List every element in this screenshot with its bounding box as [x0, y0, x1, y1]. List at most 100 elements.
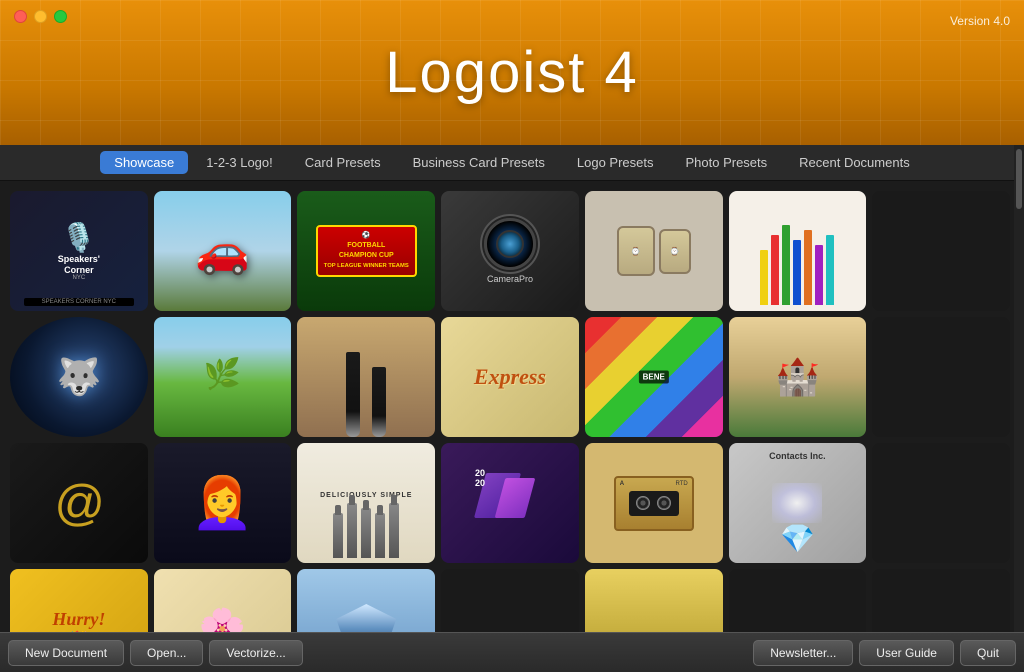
- flower-icon: 🌸: [199, 607, 246, 632]
- watch-1: ⌚: [617, 226, 655, 276]
- tile-woman-portrait[interactable]: 👩‍🦰: [154, 443, 292, 563]
- tile-cassette[interactable]: A RTD: [585, 443, 723, 563]
- bottle-4: [375, 513, 385, 558]
- wine-title: DELICIOUSLY SIMPLE: [320, 492, 412, 499]
- reel-left: [636, 496, 650, 510]
- hurry-text: Hurry!: [52, 609, 105, 630]
- tile-wolf-circle[interactable]: 🐺: [10, 317, 148, 437]
- pen-nib-2: [372, 367, 386, 437]
- tile-extra-r3[interactable]: [872, 443, 1010, 563]
- tile-express[interactable]: Express: [441, 317, 579, 437]
- version-label: Version 4.0: [950, 14, 1010, 28]
- gem-graphic: [336, 604, 396, 632]
- tile-extra-r1[interactable]: [872, 191, 1010, 311]
- pencil-6: [815, 245, 823, 305]
- tile-rainbow-stripes[interactable]: BENE: [585, 317, 723, 437]
- tile-abstract-shapes[interactable]: 2020: [441, 443, 579, 563]
- tile-flower[interactable]: 🌸: [154, 569, 292, 632]
- reel-right: [657, 496, 671, 510]
- tile-pencils[interactable]: [729, 191, 867, 311]
- tab-business-card-presets[interactable]: Business Card Presets: [399, 151, 559, 174]
- tile-extra-r4b[interactable]: [729, 569, 867, 632]
- tab-123logo[interactable]: 1-2-3 Logo!: [192, 151, 287, 174]
- scrollbar-thumb[interactable]: [1016, 149, 1022, 209]
- tab-photo-presets[interactable]: Photo Presets: [671, 151, 781, 174]
- close-button[interactable]: [14, 10, 27, 23]
- cassette-body: A RTD: [614, 476, 694, 531]
- tab-showcase[interactable]: Showcase: [100, 151, 188, 174]
- nav-bar: Showcase 1-2-3 Logo! Card Presets Busine…: [0, 145, 1024, 181]
- tile-camera-pro[interactable]: CameraPro: [441, 191, 579, 311]
- tile-speakers-corner[interactable]: 🎙️ Speakers'Corner NYC SPEAKERS CORNER N…: [10, 191, 148, 311]
- tile-extra-r4a[interactable]: [441, 569, 579, 632]
- tile-castle[interactable]: 🏰: [729, 317, 867, 437]
- maximize-button[interactable]: [54, 10, 67, 23]
- wolf-figure: 🐺: [56, 356, 101, 398]
- car-icon: 🚗: [195, 225, 250, 277]
- pen-nib-1: [346, 352, 360, 437]
- speakers-sub: NYC: [73, 275, 86, 281]
- pencil-4: [793, 240, 801, 305]
- bottle-3: [361, 508, 371, 558]
- scrollbar-track[interactable]: [1014, 145, 1024, 632]
- newsletter-button[interactable]: Newsletter...: [753, 640, 853, 666]
- open-button[interactable]: Open...: [130, 640, 203, 666]
- new-document-button[interactable]: New Document: [8, 640, 124, 666]
- contacts-gem: [772, 483, 822, 523]
- tile-pen-nibs[interactable]: [297, 317, 435, 437]
- watch-2: ⌚: [659, 229, 691, 274]
- castle-icon: 🏰: [775, 356, 820, 398]
- cassette-window: [629, 491, 679, 516]
- tile-football-cup[interactable]: ⚽FOOTBALLCHAMPION CUPTOP LEAGUE WINNER T…: [297, 191, 435, 311]
- tile-extra-r2[interactable]: [872, 317, 1010, 437]
- tile-blue-gem[interactable]: [297, 569, 435, 632]
- stripe-label: BENE: [639, 371, 669, 384]
- tab-recent-documents[interactable]: Recent Documents: [785, 151, 924, 174]
- content-grid: 🎙️ Speakers'Corner NYC SPEAKERS CORNER N…: [0, 181, 1024, 632]
- express-label: Express: [474, 364, 546, 390]
- tile-hurry[interactable]: Hurry! 🎉: [10, 569, 148, 632]
- pencil-2: [771, 235, 779, 305]
- user-guide-button[interactable]: User Guide: [859, 640, 954, 666]
- camera-inner-lens: [496, 230, 524, 258]
- tile-contacts[interactable]: Contacts Inc. 💎: [729, 443, 867, 563]
- tile-yellow-stripe[interactable]: [585, 569, 723, 632]
- camera-label: CameraPro: [487, 274, 533, 284]
- quit-button[interactable]: Quit: [960, 640, 1016, 666]
- stripe-graphic: [585, 569, 723, 632]
- tile-green-field[interactable]: 🌿: [154, 317, 292, 437]
- tile-yellow-car[interactable]: 🚗: [154, 191, 292, 311]
- tile-watches[interactable]: ⌚ ⌚: [585, 191, 723, 311]
- speakers-location: SPEAKERS CORNER NYC: [24, 298, 134, 306]
- toolbar: New Document Open... Vectorize... Newsle…: [0, 632, 1024, 672]
- field-grass: 🌿: [154, 317, 292, 392]
- pencil-3: [782, 225, 790, 305]
- tile-wine-bottles[interactable]: DELICIOUSLY SIMPLE: [297, 443, 435, 563]
- app-window: Logoist 4 Version 4.0 Showcase 1-2-3 Log…: [0, 0, 1024, 632]
- pencil-7: [826, 235, 834, 305]
- abstract-graphic: 2020: [470, 463, 550, 543]
- vectorize-button[interactable]: Vectorize...: [209, 640, 302, 666]
- diamond-icon: 💎: [780, 522, 815, 555]
- contacts-label: Contacts Inc.: [729, 451, 867, 461]
- football-badge: ⚽FOOTBALLCHAMPION CUPTOP LEAGUE WINNER T…: [316, 225, 417, 276]
- speakers-title: Speakers'Corner: [58, 254, 100, 276]
- pencil-1: [760, 250, 768, 305]
- tile-email-logo[interactable]: @: [10, 443, 148, 563]
- bottle-1: [333, 513, 343, 558]
- bottle-2: [347, 503, 357, 558]
- title-bar: Logoist 4 Version 4.0: [0, 0, 1024, 145]
- tab-logo-presets[interactable]: Logo Presets: [563, 151, 668, 174]
- woman-icon: 👩‍🦰: [191, 474, 253, 533]
- tab-card-presets[interactable]: Card Presets: [291, 151, 395, 174]
- wine-bottle-row: [333, 503, 399, 558]
- minimize-button[interactable]: [34, 10, 47, 23]
- tile-extra-r4c[interactable]: [872, 569, 1010, 632]
- bottle-5: [389, 503, 399, 558]
- app-title: Logoist 4: [385, 39, 638, 106]
- camera-lens: [484, 218, 536, 270]
- mic-icon: 🎙️: [61, 221, 96, 254]
- pencil-5: [804, 230, 812, 305]
- at-symbol: @: [53, 478, 104, 528]
- window-controls: [14, 10, 67, 23]
